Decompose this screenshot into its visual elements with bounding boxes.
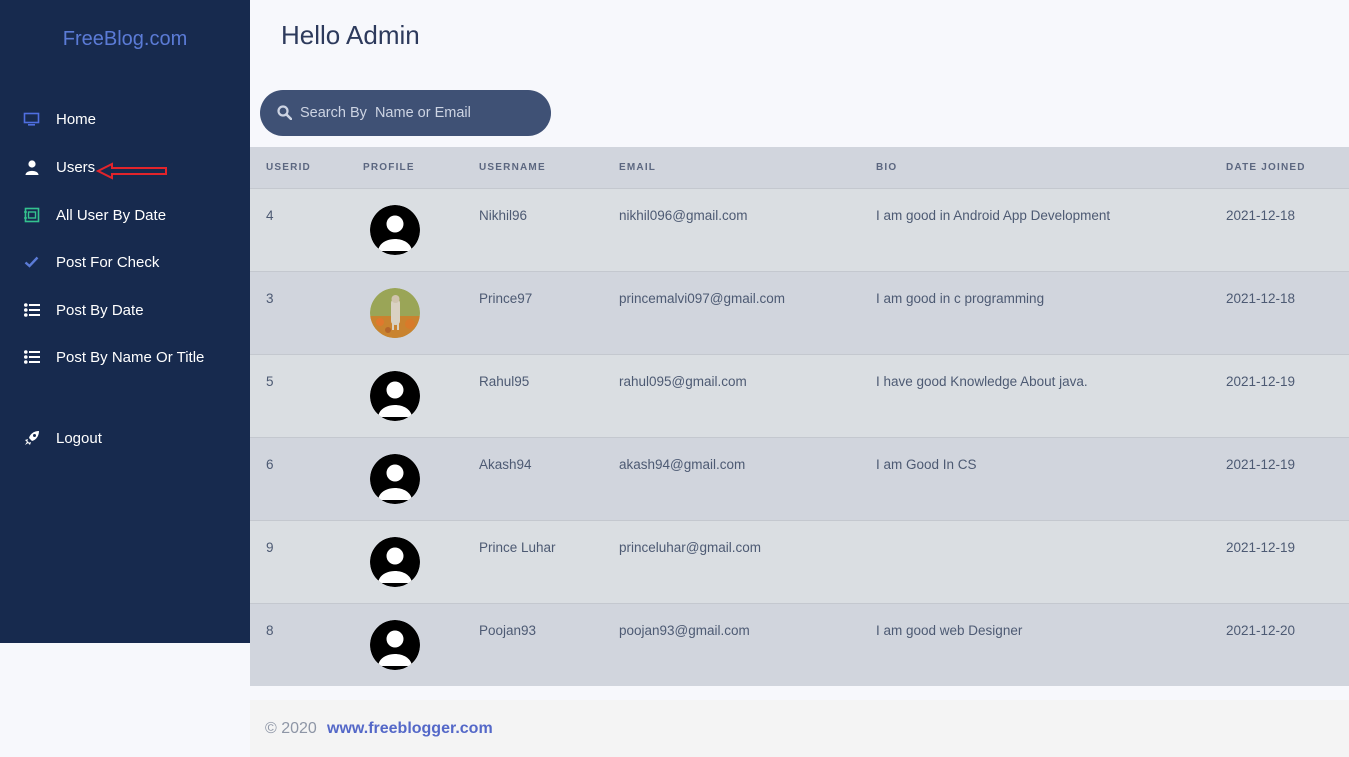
search-bar[interactable] (260, 90, 551, 136)
cell-profile (347, 271, 463, 354)
cell-date-joined: 2021-12-18 (1226, 290, 1296, 306)
annotation-arrow-icon (96, 162, 167, 180)
cell-userid: 8 (266, 622, 274, 638)
column-header-profile: PROFILE (363, 161, 415, 173)
avatar[interactable] (370, 453, 420, 504)
search-input[interactable] (300, 100, 540, 126)
cell-email: princemalvi097@gmail.com (619, 290, 786, 306)
column-header-userid: USERID (266, 161, 311, 173)
cell-bio: I am Good In CS (876, 456, 977, 472)
cell-profile (347, 520, 463, 603)
sidebar-item-label: Post By Name Or Title (56, 348, 205, 366)
cell-userid: 9 (266, 539, 274, 555)
search-icon (277, 105, 293, 125)
avatar[interactable] (370, 370, 420, 421)
cell-email: rahul095@gmail.com (619, 373, 747, 389)
cell-email: akash94@gmail.com (619, 456, 746, 472)
avatar[interactable] (370, 204, 420, 255)
cell-email: nikhil096@gmail.com (619, 207, 748, 223)
column-header-date-joined: DATE JOINED (1226, 161, 1306, 173)
sidebar-item-label: Post By Date (56, 301, 144, 319)
cell-profile (347, 188, 463, 271)
footer-link[interactable]: www.freeblogger.com (327, 720, 493, 738)
cell-userid: 3 (266, 290, 274, 306)
cell-date-joined: 2021-12-19 (1226, 539, 1296, 555)
table-row: 4 Nikhil96 nikhil096@gmail.com I am good in… (250, 188, 1349, 271)
monitor-icon (23, 111, 40, 128)
cell-email: poojan93@gmail.com (619, 622, 750, 638)
cell-email: princeluhar@gmail.com (619, 539, 762, 555)
column-header-email: EMAIL (619, 161, 657, 173)
avatar[interactable] (370, 619, 420, 670)
sidebar-item-label: Users (56, 158, 96, 176)
user-icon (23, 159, 40, 176)
list-icon (23, 349, 40, 366)
sidebar-item-post-for-check[interactable]: Post For Check (0, 244, 250, 280)
sidebar-item-label: Home (56, 110, 97, 128)
brand-logo[interactable]: FreeBlog.com (0, 28, 250, 51)
cell-bio: I am good in c programming (876, 290, 1045, 306)
cell-userid: 6 (266, 456, 274, 472)
page-title: Hello Admin (281, 20, 420, 50)
sidebar-item-all-user-by-date[interactable]: All User By Date (0, 197, 250, 233)
sidebar-item-label: All User By Date (56, 206, 167, 224)
sidebar-item-post-by-name-or-title[interactable]: Post By Name Or Title (0, 339, 250, 375)
cell-userid: 4 (266, 207, 274, 223)
cell-profile (347, 354, 463, 437)
cell-bio (860, 520, 1210, 603)
cell-username: Akash94 (479, 456, 532, 472)
cell-userid: 5 (266, 373, 274, 389)
column-header-username: USERNAME (479, 161, 546, 173)
table-row: 3 Prince97 princemalvi097@gmail.com I am go… (250, 271, 1349, 354)
cell-username: Nikhil96 (479, 207, 528, 223)
cell-username: Prince Luhar (479, 539, 556, 555)
calendar-icon (23, 207, 40, 224)
column-header-bio: BIO (876, 161, 898, 173)
cell-date-joined: 2021-12-19 (1226, 373, 1296, 389)
users-table: USERID PROFILE USERNAME EMAIL BIO DATE J… (250, 147, 1349, 686)
cell-date-joined: 2021-12-19 (1226, 456, 1296, 472)
table-row: 8 Poojan93 poojan93@gmail.com I am good web… (250, 603, 1349, 686)
cell-bio: I am good in Android App Development (876, 207, 1111, 223)
footer: © 2020 www.freeblogger.com (250, 700, 1349, 757)
cell-username: Rahul95 (479, 373, 530, 389)
cell-date-joined: 2021-12-18 (1226, 207, 1296, 223)
footer-copyright: © 2020 (265, 720, 317, 737)
sidebar-item-label: Post For Check (56, 253, 160, 271)
sidebar: FreeBlog.com Home Users All User By Date… (0, 0, 250, 643)
cell-profile (347, 603, 463, 686)
table-row: 9 Prince Luhar princeluhar@gmail.com 2021-1… (250, 520, 1349, 603)
cell-username: Prince97 (479, 290, 533, 306)
sidebar-item-label: Logout (56, 429, 102, 447)
table-row: 6 Akash94 akash94@gmail.com I am Good In CS… (250, 437, 1349, 520)
sidebar-item-post-by-date[interactable]: Post By Date (0, 292, 250, 328)
table-row: 5 Rahul95 rahul095@gmail.com I have good Kn… (250, 354, 1349, 437)
cell-username: Poojan93 (479, 622, 537, 638)
check-icon (23, 254, 40, 271)
sidebar-item-logout[interactable]: Logout (0, 420, 250, 456)
avatar[interactable] (370, 536, 420, 587)
cell-bio: I have good Knowledge About java. (876, 373, 1088, 389)
cell-bio: I am good web Designer (876, 622, 1023, 638)
cell-date-joined: 2021-12-20 (1226, 622, 1296, 638)
table-header-row: USERID PROFILE USERNAME EMAIL BIO DATE J… (250, 147, 1349, 188)
rocket-icon (23, 430, 40, 447)
sidebar-item-home[interactable]: Home (0, 101, 250, 137)
avatar[interactable] (370, 287, 420, 338)
list-icon (23, 302, 40, 319)
cell-profile (347, 437, 463, 520)
